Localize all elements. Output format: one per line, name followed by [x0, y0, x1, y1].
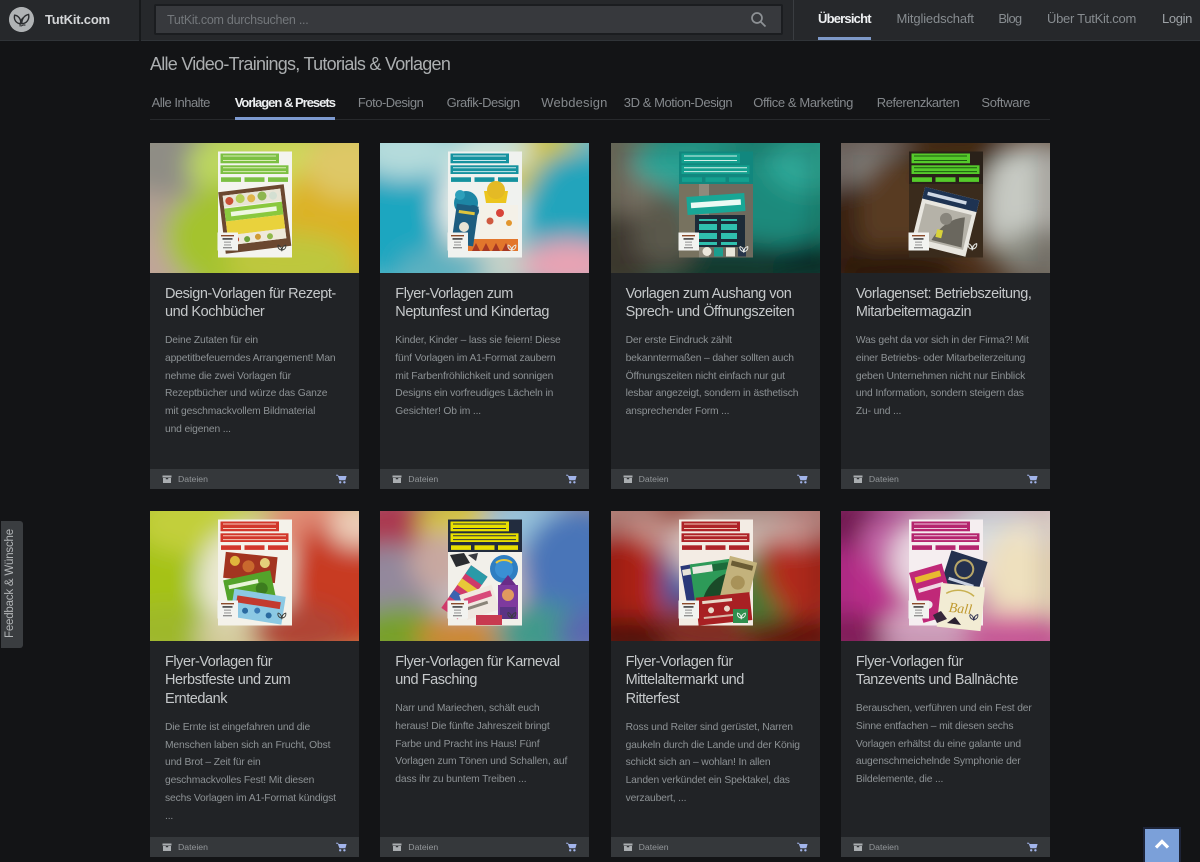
svg-text:Ball: Ball — [948, 601, 973, 618]
